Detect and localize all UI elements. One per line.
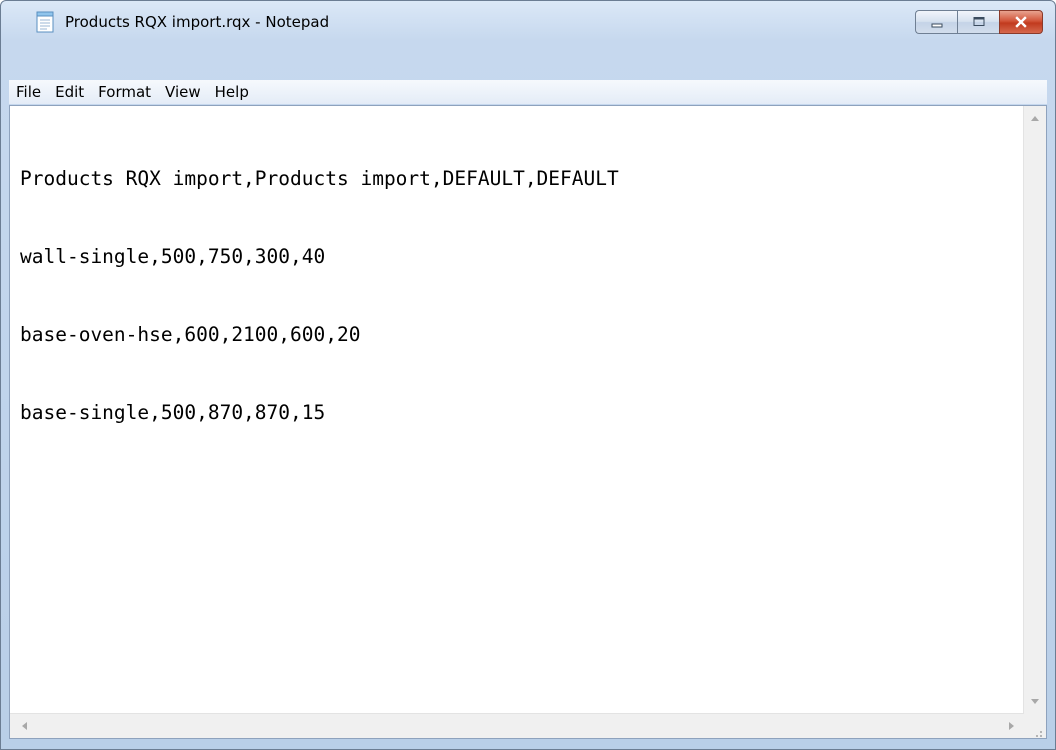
scroll-up-arrow-icon[interactable] bbox=[1031, 116, 1039, 121]
scroll-right-arrow-icon[interactable] bbox=[1009, 722, 1014, 730]
text-line: base-oven-hse,600,2100,600,20 bbox=[20, 323, 361, 346]
close-icon bbox=[1014, 13, 1028, 32]
notepad-icon bbox=[36, 11, 54, 33]
text-line: wall-single,500,750,300,40 bbox=[20, 245, 326, 268]
scroll-left-arrow-icon[interactable] bbox=[22, 722, 27, 730]
scroll-corner bbox=[1024, 714, 1046, 738]
notepad-window: Products RQX import.rqx - Notepad File E… bbox=[0, 0, 1056, 750]
menu-edit[interactable]: Edit bbox=[48, 80, 91, 104]
minimize-icon bbox=[930, 13, 944, 32]
resize-grip-icon[interactable] bbox=[1031, 723, 1043, 737]
maximize-icon bbox=[972, 13, 986, 32]
title-bar[interactable]: Products RQX import.rqx - Notepad bbox=[1, 1, 1055, 43]
vertical-scrollbar[interactable] bbox=[1023, 106, 1046, 714]
menu-help[interactable]: Help bbox=[208, 80, 256, 104]
menu-file[interactable]: File bbox=[9, 80, 48, 104]
window-title: Products RQX import.rqx - Notepad bbox=[65, 13, 330, 31]
menu-view[interactable]: View bbox=[158, 80, 208, 104]
scroll-down-arrow-icon[interactable] bbox=[1031, 699, 1039, 704]
menu-bar: File Edit Format View Help bbox=[9, 80, 1047, 104]
menu-format[interactable]: Format bbox=[91, 80, 158, 104]
caption-buttons bbox=[915, 10, 1043, 34]
horizontal-scrollbar[interactable] bbox=[10, 713, 1024, 738]
text-editor[interactable]: Products RQX import,Products import,DEFA… bbox=[9, 105, 1047, 739]
text-line: base-single,500,870,870,15 bbox=[20, 401, 326, 424]
editor-text-area[interactable]: Products RQX import,Products import,DEFA… bbox=[10, 106, 1024, 714]
minimize-button[interactable] bbox=[915, 10, 957, 34]
text-line: Products RQX import,Products import,DEFA… bbox=[20, 167, 619, 190]
maximize-button[interactable] bbox=[957, 10, 999, 34]
close-button[interactable] bbox=[999, 10, 1043, 34]
